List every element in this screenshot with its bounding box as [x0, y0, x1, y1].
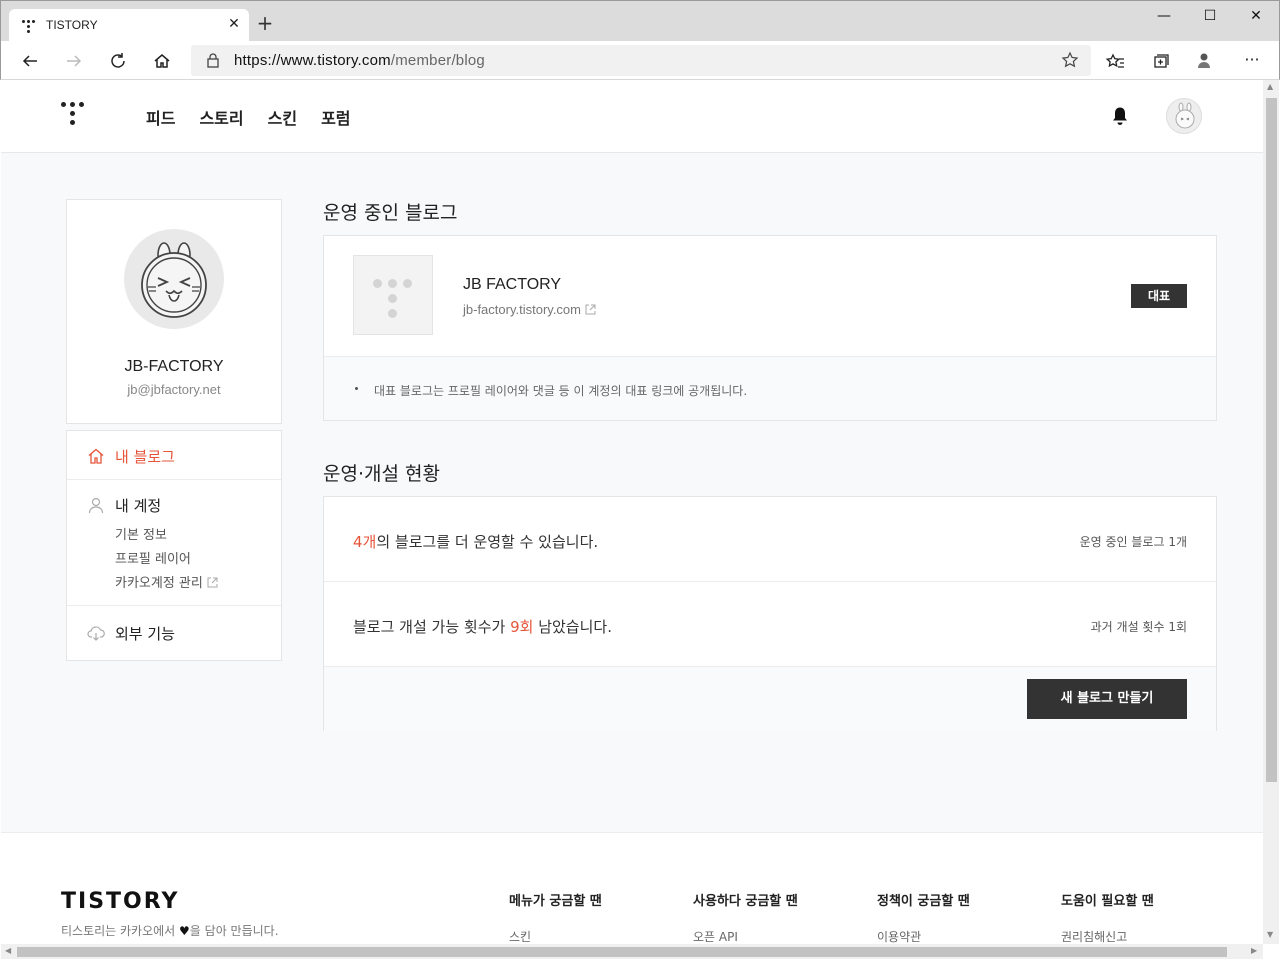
lock-icon: [207, 53, 219, 68]
footer-link[interactable]: 오픈 API: [693, 928, 798, 944]
remaining-blogs-text: 4개의 블로그를 더 운영할 수 있습니다.: [353, 533, 599, 551]
main-nav: 피드 스토리 스킨 포럼: [146, 105, 375, 129]
active-blogs-title: 운영 중인 블로그: [323, 202, 458, 224]
browser-toolbar: https://www.tistory.com/member/blog ···: [0, 41, 1280, 80]
nav-feed[interactable]: 피드: [146, 105, 175, 129]
profile-name: JB-FACTORY: [124, 358, 224, 375]
vertical-scrollbar[interactable]: ▲ ▼: [1263, 80, 1279, 944]
footer-col-title: 도움이 필요할 땐: [1061, 894, 1154, 909]
vertical-scroll-thumb[interactable]: [1266, 98, 1277, 782]
status-row-remaining-blogs: 4개의 블로그를 더 운영할 수 있습니다. 운영 중인 블로그 1개: [324, 497, 1216, 582]
more-menu-icon[interactable]: ···: [1239, 48, 1265, 74]
tistory-logo-icon[interactable]: [61, 102, 87, 130]
footer-col-title: 메뉴가 궁금할 땐: [509, 894, 602, 909]
remaining-creations-text: 블로그 개설 가능 횟수가 9회 남았습니다.: [353, 618, 612, 636]
new-tab-icon[interactable]: +: [255, 13, 275, 33]
status-footer: 새 블로그 만들기: [324, 667, 1216, 731]
footer-tagline: 티스토리는 카카오에서 ♥을 담아 만듭니다.: [61, 924, 279, 938]
menu-my-account-label[interactable]: 내 계정: [115, 495, 161, 516]
active-blog-box: JB FACTORY jb-factory.tistory.com 대표 대표 …: [323, 235, 1217, 421]
browser-tab[interactable]: TISTORY ✕: [9, 9, 249, 42]
forward-icon[interactable]: [61, 48, 87, 74]
blog-name[interactable]: JB FACTORY: [463, 276, 561, 294]
profile-card: JB-FACTORY jb@jbfactory.net: [66, 199, 282, 424]
heart-icon: ♥: [179, 924, 190, 938]
external-link-icon: [207, 577, 218, 588]
menu-external[interactable]: 외부 기능: [67, 606, 281, 661]
notification-bell-icon[interactable]: [1111, 106, 1129, 126]
status-box: 4개의 블로그를 더 운영할 수 있습니다. 운영 중인 블로그 1개 블로그 …: [323, 496, 1217, 731]
notice-text: 대표 블로그는 프로필 레이어와 댓글 등 이 계정의 대표 링크에 공개됩니다…: [374, 384, 748, 398]
collections-icon[interactable]: [1147, 48, 1173, 74]
external-link-icon: [585, 304, 596, 315]
footer-col-policy: 정책이 궁금할 땐 이용약관: [877, 890, 970, 944]
menu-external-label: 외부 기능: [115, 625, 175, 643]
new-blog-button[interactable]: 새 블로그 만들기: [1027, 679, 1187, 719]
nav-story[interactable]: 스토리: [199, 105, 243, 129]
favorites-list-icon[interactable]: [1103, 48, 1129, 74]
blog-url[interactable]: jb-factory.tistory.com: [463, 302, 596, 317]
favorite-star-icon[interactable]: [1061, 51, 1079, 69]
profile-icon[interactable]: [1191, 48, 1217, 74]
home-icon[interactable]: [149, 48, 175, 74]
page-viewport: 피드 스토리 스킨 포럼 JB-FACTORY jb@jbfactory.net: [1, 80, 1263, 944]
bullet: [355, 387, 358, 390]
menu-profile-layer[interactable]: 프로필 레이어: [115, 548, 191, 567]
menu-my-blog-label: 내 블로그: [115, 448, 175, 466]
side-menu: 내 블로그 내 계정 기본 정보 프로필 레이어 카카오계정 관리 외부 기능: [66, 430, 282, 661]
menu-my-account: 내 계정 기본 정보 프로필 레이어 카카오계정 관리: [67, 480, 281, 606]
back-icon[interactable]: [17, 48, 43, 74]
footer-col-title: 정책이 궁금할 땐: [877, 894, 970, 909]
notice-area: 대표 블로그는 프로필 레이어와 댓글 등 이 계정의 대표 링크에 공개됩니다…: [324, 356, 1216, 420]
nav-skin[interactable]: 스킨: [268, 105, 297, 129]
home-icon: [88, 448, 104, 464]
past-creation-count: 과거 개설 횟수 1회: [1090, 620, 1187, 634]
tistory-favicon-icon: [21, 18, 37, 34]
maximize-icon[interactable]: ☐: [1187, 1, 1233, 33]
profile-email: jb@jbfactory.net: [127, 382, 221, 397]
footer-col-menu: 메뉴가 궁금할 땐 스킨: [509, 890, 602, 944]
representative-badge: 대표: [1131, 284, 1187, 308]
status-title: 운영·개설 현황: [323, 463, 440, 485]
minimize-icon[interactable]: —: [1141, 1, 1187, 33]
footer-link[interactable]: 이용약관: [877, 928, 970, 944]
url-text: https://www.tistory.com/member/blog: [234, 52, 485, 69]
menu-basic-info[interactable]: 기본 정보: [115, 524, 167, 543]
tab-close-icon[interactable]: ✕: [225, 15, 243, 33]
user-icon: [88, 497, 104, 514]
site-header: 피드 스토리 스킨 포럼: [1, 80, 1263, 153]
window-close-icon[interactable]: ✕: [1233, 1, 1279, 33]
horizontal-scroll-thumb[interactable]: [17, 947, 1227, 957]
blog-thumbnail[interactable]: [353, 255, 433, 335]
status-row-remaining-creations: 블로그 개설 가능 횟수가 9회 남았습니다. 과거 개설 횟수 1회: [324, 582, 1216, 667]
menu-kakao-account[interactable]: 카카오계정 관리: [115, 572, 218, 591]
header-avatar[interactable]: [1166, 98, 1202, 134]
nav-forum[interactable]: 포럼: [321, 105, 350, 129]
footer-col-title: 사용하다 궁금할 땐: [693, 894, 798, 909]
footer-link[interactable]: 권리침해신고: [1061, 928, 1154, 944]
footer-logo[interactable]: TISTORY: [61, 889, 179, 914]
download-cloud-icon: [87, 626, 105, 641]
footer-col-usage: 사용하다 궁금할 땐 오픈 API: [693, 890, 798, 944]
active-blog-count: 운영 중인 블로그 1개: [1079, 535, 1187, 549]
refresh-icon[interactable]: [105, 48, 131, 74]
address-bar[interactable]: https://www.tistory.com/member/blog: [191, 45, 1091, 76]
browser-tab-bar: TISTORY ✕ + — ☐ ✕: [0, 0, 1280, 42]
profile-avatar: [124, 229, 224, 329]
footer-link[interactable]: 스킨: [509, 928, 602, 944]
tab-title: TISTORY: [46, 18, 98, 32]
site-footer: TISTORY 티스토리는 카카오에서 ♥을 담아 만듭니다. 메뉴가 궁금할 …: [1, 832, 1263, 944]
menu-my-blog[interactable]: 내 블로그: [67, 431, 281, 480]
footer-col-help: 도움이 필요할 땐 권리침해신고: [1061, 890, 1154, 944]
horizontal-scrollbar[interactable]: ◀ ▶: [1, 944, 1263, 959]
